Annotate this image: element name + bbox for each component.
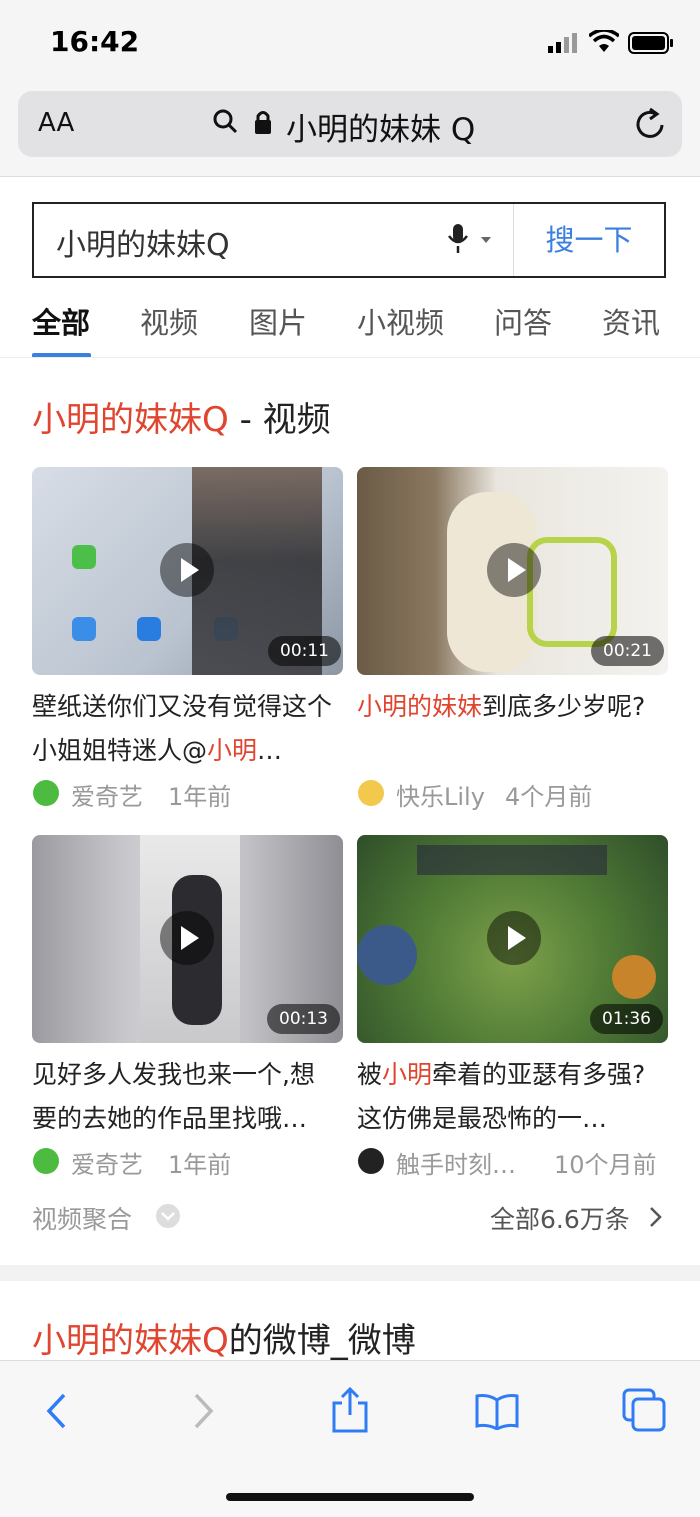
weibo-result-title[interactable]: 小明的妹妹Q的微博_微博 [32,1313,416,1362]
lock-icon [255,111,271,134]
game-skill [357,925,417,985]
video-time: 1年前 [168,783,232,811]
video-time: 4个月前 [505,783,593,811]
tab-images[interactable]: 图片 [249,300,307,342]
video-title[interactable]: 壁纸送你们又没有觉得这个小姐姐特迷人@小明… [32,685,332,773]
microphone-icon[interactable] [446,222,496,256]
tab-qa[interactable]: 问答 [494,300,552,342]
all-results-link[interactable]: 全部6.6万条 [490,1200,630,1236]
video-duration: 00:11 [268,636,341,666]
url-text[interactable]: 小明的妹妹 Q [286,104,475,149]
app-icon [72,617,96,641]
video-time: 10个月前 [554,1151,657,1179]
play-icon[interactable] [160,543,214,597]
play-icon[interactable] [487,543,541,597]
tab-all[interactable]: 全部 [32,300,90,342]
game-skill [612,955,656,999]
video-duration: 00:13 [267,1004,340,1034]
video-source: 触手时刻… [396,1151,516,1179]
video-duration: 00:21 [591,636,664,666]
tricycle [527,537,617,647]
tab-video[interactable]: 视频 [140,300,198,342]
video-duration: 01:36 [590,1004,663,1034]
share-icon[interactable] [330,1385,370,1435]
chevron-down-icon[interactable] [155,1203,181,1229]
chevron-right-icon[interactable] [648,1205,664,1229]
video-aggregate-label[interactable]: 视频聚合 [32,1200,132,1236]
wifi-icon [589,30,619,52]
video-title[interactable]: 小明的妹妹到底多少岁呢? [357,685,657,729]
url-icons [212,108,274,142]
tab-news[interactable]: 资讯 [602,300,660,342]
reload-icon[interactable] [634,105,666,143]
bookmarks-icon[interactable] [474,1392,520,1430]
game-hud [417,845,607,875]
iqiyi-icon [33,1148,59,1174]
search-button[interactable]: 搜一下 [514,204,664,276]
app-icon [72,545,96,569]
tabs-icon[interactable] [621,1387,667,1433]
avatar [358,780,384,806]
reader-text-size-button[interactable]: AA [38,108,74,138]
avatar [358,1148,384,1174]
section-gap [0,1265,700,1281]
video-source: 快乐Lily [396,783,485,811]
back-icon[interactable] [44,1392,70,1430]
home-indicator [226,1493,474,1501]
search-icon [213,109,238,134]
play-icon[interactable] [160,911,214,965]
cellular-signal-icon [548,33,577,53]
video-source: 爱奇艺 [71,1151,143,1179]
tabs-divider [0,357,700,358]
tab-short-video[interactable]: 小视频 [357,300,444,342]
status-time: 16:42 [50,25,140,58]
video-title[interactable]: 被小明牵着的亚瑟有多强?这仿佛是最恐怖的一… [357,1053,657,1141]
play-icon[interactable] [487,911,541,965]
search-input[interactable]: 小明的妹妹Q [56,220,436,264]
video-title[interactable]: 见好多人发我也来一个,想要的去她的作品里找哦… [32,1053,332,1141]
battery-icon [628,32,673,54]
app-icon [137,617,161,641]
video-section-title[interactable]: 小明的妹妹Q - 视频 [32,392,331,441]
video-time: 1年前 [168,1151,232,1179]
iqiyi-icon [33,780,59,806]
video-source: 爱奇艺 [71,783,143,811]
forward-icon[interactable] [190,1392,216,1430]
